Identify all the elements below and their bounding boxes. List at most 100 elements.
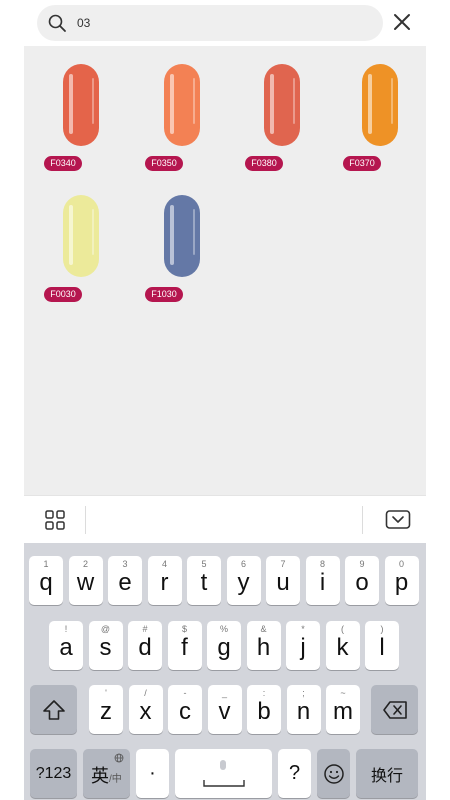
- results-grid: F0340 F0350 F0380 F0370 F0030 F1030: [24, 46, 426, 495]
- space-key[interactable]: [175, 749, 272, 798]
- key-w[interactable]: 2w: [68, 556, 103, 605]
- key-t[interactable]: 5t: [187, 556, 221, 605]
- nail-color-item[interactable]: F0350: [143, 64, 221, 194]
- key-z[interactable]: ' z: [89, 685, 123, 734]
- app-root: 03 F0340 F0350 F0380 F0370 F0030 F1030 ?…: [0, 0, 450, 800]
- key-label: y: [237, 569, 250, 596]
- key-label: s: [99, 634, 112, 661]
- nail-highlight: [193, 209, 195, 255]
- nail-color-item[interactable]: F0030: [42, 195, 120, 325]
- nail-highlight: [270, 74, 274, 134]
- key-e[interactable]: 3e: [108, 556, 142, 605]
- toolbar-divider: [85, 506, 86, 534]
- key-h[interactable]: & h: [246, 621, 281, 670]
- emoji-key[interactable]: [317, 749, 350, 798]
- search-bar[interactable]: 03: [37, 5, 383, 41]
- nail-swatch: [362, 64, 398, 146]
- question-key-label: ?: [288, 762, 301, 784]
- nail-highlight: [92, 209, 94, 255]
- key-l[interactable]: ) l: [365, 621, 399, 670]
- key-hint: 7: [280, 559, 286, 569]
- key-y[interactable]: 6y: [226, 556, 261, 605]
- key-label: c: [179, 698, 191, 725]
- key-label: z: [100, 698, 112, 725]
- key-v[interactable]: _ v: [207, 685, 242, 734]
- key-m[interactable]: ~ m: [326, 685, 360, 734]
- key-c[interactable]: -c: [168, 685, 202, 734]
- search-input[interactable]: 03: [77, 15, 90, 31]
- color-code-badge: F0350: [145, 156, 183, 171]
- key-hint: 0: [398, 559, 404, 569]
- key-label: l: [379, 634, 385, 661]
- nail-highlight: [293, 78, 295, 124]
- key-label: m: [333, 698, 353, 725]
- key-hint: (: [341, 624, 344, 634]
- color-code-badge: F0380: [245, 156, 283, 171]
- key-b[interactable]: :b: [247, 685, 281, 734]
- key-label: n: [296, 698, 311, 725]
- toolbar-divider: [362, 506, 363, 534]
- numbers-key[interactable]: ?123: [30, 749, 77, 798]
- key-hint: 1: [43, 559, 49, 569]
- question-key[interactable]: ?: [278, 749, 311, 798]
- grid-icon[interactable]: [44, 509, 66, 531]
- key-label: x: [139, 698, 152, 725]
- key-hint: 4: [161, 559, 167, 569]
- nail-color-item[interactable]: F0370: [341, 64, 419, 194]
- key-label: t: [200, 569, 208, 596]
- key-hint: *: [301, 624, 305, 634]
- language-key[interactable]: 英 /中: [83, 749, 130, 798]
- key-hint: -: [183, 688, 187, 698]
- key-hint: ): [380, 624, 384, 634]
- color-code-badge: F1030: [145, 287, 183, 302]
- key-hint: $: [181, 624, 187, 634]
- key-f[interactable]: $ f: [167, 621, 202, 670]
- nail-color-item[interactable]: F1030: [143, 195, 221, 325]
- key-label: d: [138, 634, 152, 661]
- nail-highlight: [69, 74, 73, 134]
- key-s[interactable]: @ s: [88, 621, 123, 670]
- nail-highlight: [391, 78, 393, 124]
- key-hint: _: [221, 688, 227, 698]
- key-label: a: [59, 634, 73, 661]
- key-o[interactable]: 9o: [345, 556, 379, 605]
- key-i[interactable]: 8i: [305, 556, 340, 605]
- search-header: 03: [0, 0, 450, 46]
- key-r[interactable]: 4r: [147, 556, 182, 605]
- shift-key[interactable]: [30, 685, 77, 734]
- key-p[interactable]: 0p: [384, 556, 419, 605]
- keyboard: ?123 英 /中 · ? 换行 1 q 2 w 3 e 4 r 5 t 6 y…: [24, 543, 426, 800]
- keyboard-toolbar: [24, 495, 426, 543]
- key-hint: ~: [340, 688, 346, 698]
- enter-key-label: 换行: [370, 767, 403, 785]
- keyboard-collapse-icon[interactable]: [385, 509, 411, 531]
- nail-color-item[interactable]: F0380: [243, 64, 321, 194]
- color-code-badge: F0370: [343, 156, 381, 171]
- dot-key[interactable]: ·: [136, 749, 169, 798]
- nail-highlight: [69, 205, 73, 265]
- nail-color-item[interactable]: F0340: [42, 64, 120, 194]
- key-hint: 6: [240, 559, 246, 569]
- key-q[interactable]: 1q: [29, 556, 63, 605]
- key-hint: /: [144, 688, 147, 698]
- enter-key[interactable]: 换行: [356, 749, 418, 798]
- key-j[interactable]: * j: [286, 621, 320, 670]
- key-n[interactable]: ; n: [286, 685, 321, 734]
- key-x[interactable]: / x: [128, 685, 163, 734]
- backspace-key[interactable]: [371, 685, 418, 734]
- key-u[interactable]: 7u: [266, 556, 300, 605]
- close-icon[interactable]: [388, 8, 416, 36]
- key-label: h: [256, 634, 271, 661]
- key-a[interactable]: ! a: [49, 621, 83, 670]
- emoji-icon: [323, 763, 344, 784]
- key-d[interactable]: # d: [128, 621, 162, 670]
- key-k[interactable]: (k: [325, 621, 360, 670]
- key-hint: %: [219, 624, 228, 634]
- color-code-badge: F0030: [44, 287, 82, 302]
- key-hint: :: [262, 688, 266, 698]
- key-label: p: [394, 569, 409, 596]
- key-label: v: [218, 698, 231, 725]
- key-hint: 8: [319, 559, 325, 569]
- key-hint: @: [100, 624, 111, 634]
- key-g[interactable]: % g: [207, 621, 241, 670]
